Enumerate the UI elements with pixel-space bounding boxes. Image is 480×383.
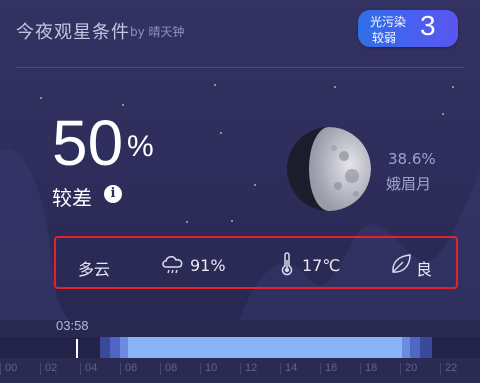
current-time-label: 03:58 (56, 318, 89, 333)
tick-label: 04 (85, 362, 98, 374)
weather-text: 多云 (78, 260, 111, 279)
humidity-value: 91% (190, 256, 226, 275)
tick-label: 20 (405, 362, 418, 374)
tick-label: 00 (5, 362, 18, 374)
tick-separator (200, 363, 201, 375)
light-pollution-badge[interactable]: 光污染 较弱 3 (358, 10, 458, 47)
temperature-value: 17℃ (302, 256, 341, 275)
tick-separator (320, 363, 321, 375)
tick-label: 08 (165, 362, 178, 374)
timeline-segment-clear (128, 337, 402, 358)
tick-separator (280, 363, 281, 375)
pollution-value: 3 (420, 10, 436, 41)
tick-separator (80, 363, 81, 375)
tick-separator (40, 363, 41, 375)
tick-separator (400, 363, 401, 375)
tick-label: 18 (365, 362, 378, 374)
moon-icon (287, 127, 371, 211)
stargazing-panel: 今夜观星条件 by 晴天钟 光污染 较弱 3 50 % 较差 i 38.6% 娥… (0, 0, 480, 383)
tick-label: 06 (125, 362, 138, 374)
thermometer-icon (281, 252, 293, 276)
timeline-segment (120, 337, 128, 358)
tick-separator (240, 363, 241, 375)
humidity-cloud-icon (162, 255, 183, 274)
tick-label: 12 (245, 362, 258, 374)
hourly-timeline[interactable] (0, 337, 480, 358)
moon-phase: 娥眉月 (386, 175, 432, 193)
moon-illumination: 38.6% (388, 150, 436, 168)
tick-label: 14 (285, 362, 298, 374)
timeline-segment (402, 337, 410, 358)
tick-label: 10 (205, 362, 218, 374)
timeline-segment (410, 337, 420, 358)
timeline-cursor[interactable] (76, 339, 78, 358)
tick-separator (160, 363, 161, 375)
timeline-segment (420, 337, 432, 358)
air-quality-value: 良 (416, 260, 433, 279)
score-unit: % (127, 130, 154, 163)
info-icon[interactable]: i (104, 185, 122, 203)
timeline-segment (110, 337, 120, 358)
pollution-label: 光污染 (370, 15, 407, 29)
page-title: 今夜观星条件 (16, 22, 130, 43)
timeline-hour-ticks: 00 02 04 06 08 10 12 14 16 18 20 22 (0, 358, 480, 383)
pollution-level: 较弱 (372, 31, 397, 45)
score-rating: 较差 (52, 186, 92, 210)
source-credit: by 晴天钟 (130, 25, 185, 39)
tick-separator (440, 363, 441, 375)
tick-label: 16 (325, 362, 338, 374)
tick-separator (120, 363, 121, 375)
tick-label: 02 (45, 362, 58, 374)
leaf-icon (392, 254, 411, 273)
score-value: 50 (52, 107, 124, 179)
header-divider (16, 67, 464, 68)
tick-label: 22 (445, 362, 458, 374)
tick-separator (360, 363, 361, 375)
tick-separator (0, 363, 1, 375)
timeline-segment (100, 337, 110, 358)
